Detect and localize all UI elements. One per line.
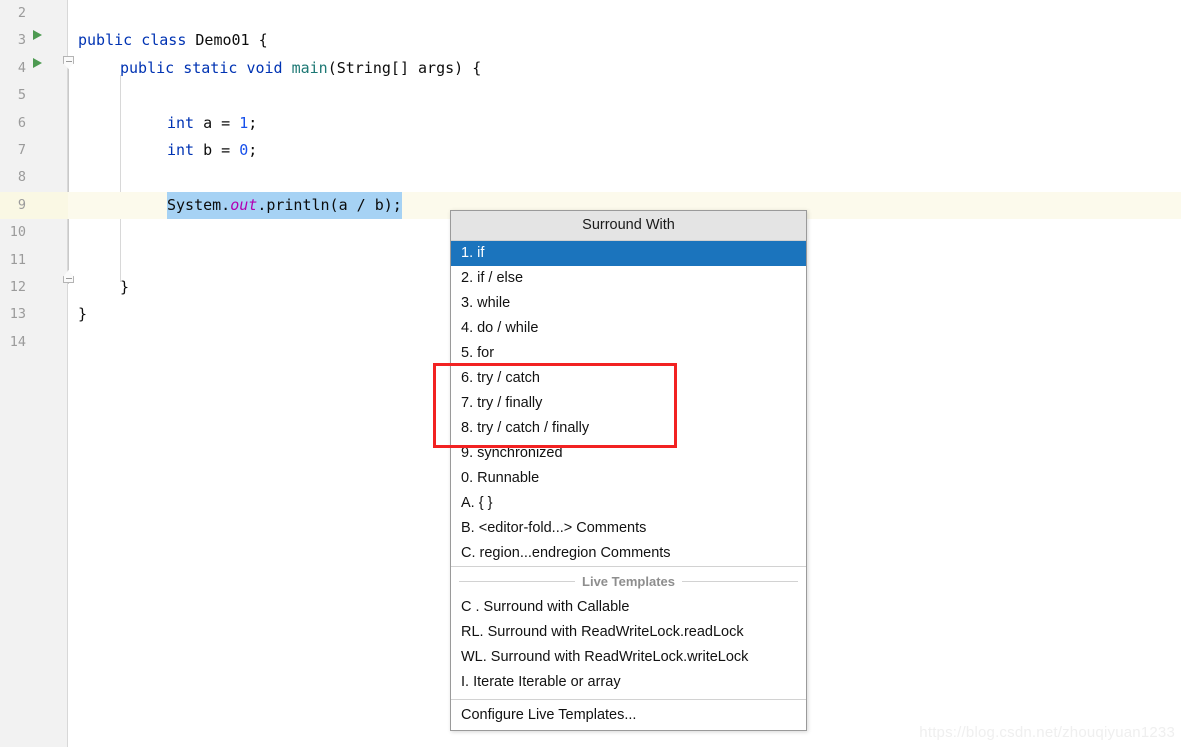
code-line-2[interactable]: 2 [0, 0, 1181, 27]
line-number-13: 13 [9, 306, 26, 323]
watermark-url: https://blog.csdn.net/zhouqiyuan1233 [919, 724, 1175, 741]
popup-item-12[interactable]: C. region...endregion Comments [451, 541, 806, 566]
run-gutter-icon-line-3[interactable] [33, 30, 42, 40]
template-item-2[interactable]: WL. Surround with ReadWriteLock.writeLoc… [451, 645, 806, 670]
template-item-3[interactable]: I. Iterate Iterable or array [451, 670, 806, 695]
popup-item-10[interactable]: A. { } [451, 491, 806, 516]
code-line-3[interactable]: 3 public class Demo01 { [0, 27, 1181, 54]
code-text-line-9[interactable]: System.out.println(a / b); [167, 191, 402, 220]
line-number-12: 12 [9, 279, 26, 295]
run-gutter-icon-line-4[interactable] [33, 57, 42, 68]
popup-item-3[interactable]: 4. do / while [451, 316, 806, 341]
popup-item-1[interactable]: 2. if / else [451, 266, 806, 291]
popup-item-list[interactable]: 1. if 2. if / else 3. while 4. do / while 5.… [451, 241, 806, 566]
live-templates-label: Live Templates [582, 573, 675, 589]
code-token: System. [167, 195, 231, 214]
popup-item-4[interactable]: 5. for [451, 341, 806, 366]
code-text-line-4[interactable]: public static void main(String[] args) { [120, 55, 481, 82]
template-item-1[interactable]: RL. Surround with ReadWriteLock.readLock [451, 620, 806, 645]
code-token: public [120, 58, 184, 77]
code-line-6[interactable]: 6 int a = 1; [0, 110, 1181, 137]
code-token: ; [248, 141, 258, 159]
fold-collapse-icon-line-4[interactable] [62, 56, 76, 70]
code-token: a = [203, 113, 240, 132]
line-number-11: 11 [9, 251, 26, 268]
code-text-line-6[interactable]: int a = 1; [167, 110, 257, 137]
separator-rule-left [459, 580, 576, 582]
separator-rule-right [681, 580, 798, 582]
popup-item-6[interactable]: 7. try / finally [451, 391, 806, 416]
code-token: 0 [239, 141, 249, 159]
code-text-line-7[interactable]: int b = 0; [167, 137, 257, 164]
code-text-line-12[interactable]: } [120, 274, 129, 301]
popup-item-0[interactable]: 1. if [451, 241, 806, 266]
popup-item-5[interactable]: 6. try / catch [451, 366, 806, 391]
code-text-line-13[interactable]: } [78, 301, 87, 328]
code-token: class [141, 31, 196, 50]
code-token: public [78, 31, 142, 50]
line-number-2: 2 [17, 5, 26, 21]
fold-end-icon-line-12[interactable] [62, 268, 76, 283]
line-number-6: 6 [17, 114, 26, 131]
configure-live-templates-item[interactable]: Configure Live Templates... [451, 700, 806, 730]
popup-title: Surround With [451, 211, 806, 241]
code-token: void [246, 58, 292, 77]
popup-item-7[interactable]: 8. try / catch / finally [451, 416, 806, 441]
code-token: static [183, 58, 247, 77]
line-number-14: 14 [9, 333, 26, 350]
code-token: int [167, 141, 204, 159]
code-token: } [78, 305, 88, 324]
code-line-8[interactable]: 8 [0, 164, 1181, 191]
code-token: (String[] args) { [327, 58, 482, 77]
code-line-4[interactable]: 4 public static void main(String[] args) … [0, 55, 1181, 82]
code-token: ; [248, 113, 258, 132]
popup-item-9[interactable]: 0. Runnable [451, 466, 806, 491]
code-token: Demo01 { [195, 31, 268, 50]
live-templates-separator: Live Templates [451, 566, 806, 595]
code-token: .println(a / b); [257, 195, 402, 214]
popup-item-11[interactable]: B. <editor-fold...> Comments [451, 516, 806, 541]
line-number-9: 9 [0, 191, 68, 220]
code-line-5[interactable]: 5 [0, 82, 1181, 109]
line-number-5: 5 [17, 87, 26, 104]
popup-item-2[interactable]: 3. while [451, 291, 806, 316]
line-number-7: 7 [17, 142, 26, 158]
line-number-10: 10 [9, 224, 26, 241]
template-item-0[interactable]: C . Surround with Callable [451, 595, 806, 620]
code-token: 1 [239, 113, 249, 132]
code-token: b = [203, 141, 240, 159]
code-line-7[interactable]: 7 int b = 0; [0, 137, 1181, 164]
code-token: main [291, 58, 328, 77]
popup-item-8[interactable]: 9. synchronized [451, 441, 806, 466]
code-token: int [167, 113, 204, 132]
line-number-8: 8 [17, 169, 26, 186]
surround-with-popup[interactable]: Surround With 1. if 2. if / else 3. while 4… [450, 210, 807, 731]
popup-template-list[interactable]: C . Surround with Callable RL. Surround w… [451, 595, 806, 695]
code-text-line-3[interactable]: public class Demo01 { [78, 27, 268, 54]
code-token: } [120, 278, 130, 296]
code-token: out [230, 195, 258, 214]
